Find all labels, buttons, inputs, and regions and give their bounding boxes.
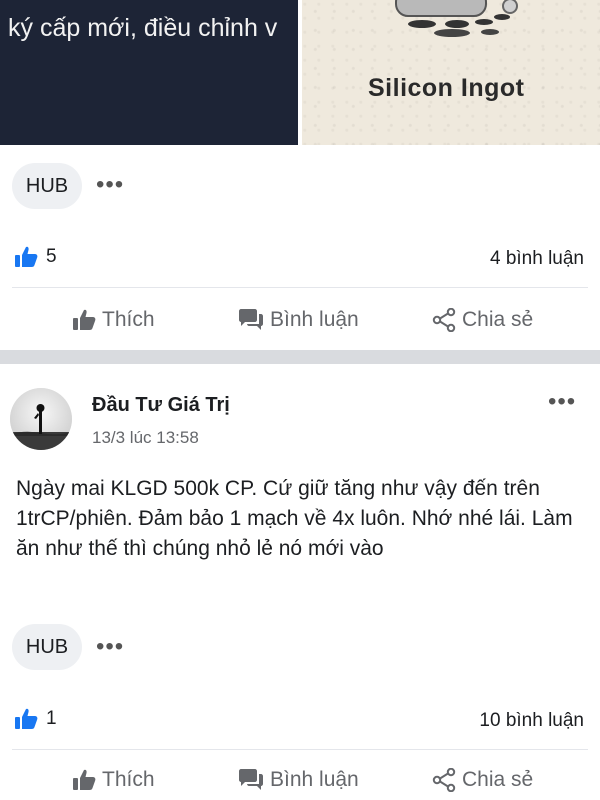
feed-separator [0,350,600,364]
more-dots-icon[interactable]: ••• [96,173,124,197]
comment-icon [239,309,263,330]
previous-post-media[interactable]: ký cấp mới, điều chỉnh v Silicon Ingot [0,0,600,145]
media-caption: ký cấp mới, điều chỉnh v [8,14,278,42]
more-dots-icon[interactable]: ••• [548,390,576,414]
like-button[interactable]: Thích [72,758,155,800]
post-text: Ngày mai KLGD 500k CP. Cứ giữ tăng như v… [16,477,573,560]
post2-stats: 1 10 bình luận [0,700,600,740]
author-name[interactable]: Đầu Tư Giá Trị [92,394,230,417]
comment-label: Bình luận [270,308,359,331]
share-icon [432,768,456,792]
thumbs-up-icon [73,309,96,330]
post1-action-bar: Thích Bình luận Chia sẻ [0,298,600,342]
post1-stats: 5 4 bình luận [0,238,600,278]
like-label: Thích [102,768,155,791]
share-label: Chia sẻ [462,768,534,791]
comment-icon [239,769,263,790]
like-count-value: 1 [46,708,57,729]
share-label: Chia sẻ [462,308,534,331]
like-count[interactable]: 1 [14,708,57,730]
divider [12,287,588,288]
comment-button[interactable]: Bình luận [238,758,359,800]
share-icon [432,308,456,332]
tag-chip-hub[interactable]: HUB [12,624,82,670]
like-label: Thích [102,308,155,331]
thumbs-up-icon [15,708,38,729]
post2-action-bar: Thích Bình luận Chia sẻ [0,758,600,800]
media-image-right[interactable]: Silicon Ingot [302,0,600,145]
comment-count[interactable]: 10 bình luận [479,710,584,732]
like-count-value: 5 [46,246,57,267]
share-button[interactable]: Chia sẻ [432,758,533,800]
like-count[interactable]: 5 [14,246,57,268]
ingot-label: Silicon Ingot [368,74,525,102]
like-button[interactable]: Thích [72,298,155,342]
comment-button[interactable]: Bình luận [238,298,359,342]
post-timestamp[interactable]: 13/3 lúc 13:58 [92,428,199,448]
tag-chip-hub[interactable]: HUB [12,163,82,209]
divider [12,749,588,750]
avatar-photo [10,388,72,450]
media-image-left[interactable]: ký cấp mới, điều chỉnh v [0,0,298,145]
share-button[interactable]: Chia sẻ [432,298,533,342]
more-dots-icon[interactable]: ••• [96,635,124,659]
avatar[interactable] [10,388,72,450]
thumbs-up-icon [15,246,38,267]
comment-label: Bình luận [270,768,359,791]
comment-count[interactable]: 4 bình luận [490,248,584,270]
silicon-ingot-illustration [395,0,518,37]
thumbs-up-icon [73,769,96,790]
